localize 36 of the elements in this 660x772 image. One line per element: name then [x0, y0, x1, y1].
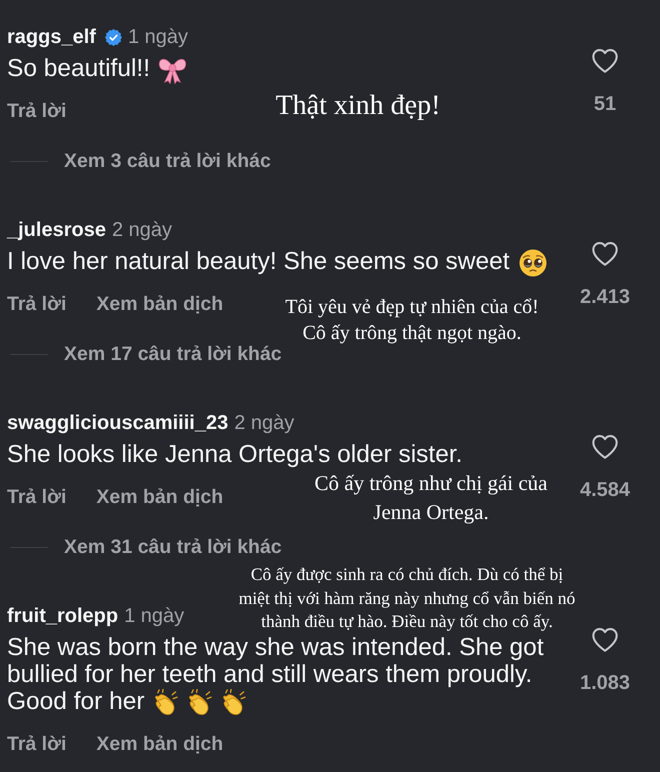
translation-caption: Thật xinh đẹp! [276, 90, 440, 122]
view-replies-button[interactable]: Xem 17 câu trả lời khác [64, 342, 282, 366]
like-count: 51 [594, 92, 616, 116]
comment-time: 1 ngày [128, 25, 188, 50]
translation-caption: Tôi yêu vẻ đẹp tự nhiên của cổ! Cô ấy trông thật ngọt ngào. [285, 295, 539, 346]
reply-button[interactable]: Trả lời [7, 485, 66, 509]
like-heart-icon[interactable] [592, 49, 618, 73]
like-heart-icon[interactable] [592, 242, 618, 266]
comment-text: She looks like Jenna Ortega's older sister. [7, 441, 462, 468]
translation-caption: Cô ấy trông như chị gái của Jenna Ortega. [314, 470, 548, 526]
view-replies-button[interactable]: Xem 3 câu trả lời khác [64, 149, 271, 173]
like-heart-icon[interactable] [592, 435, 618, 459]
see-translation-button[interactable]: Xem bản dịch [96, 732, 224, 756]
comment-text: So beautiful!! [7, 55, 150, 82]
pleading-face-icon [518, 248, 547, 277]
username[interactable]: fruit_rolepp [7, 601, 118, 631]
translation-caption: Cô ấy được sinh ra có chủ đích. Dù có thể bị miệt thị với hàm răng này nhưng cổ vẫn biến nó thành điều tự hào. Điều này tốt cho cô ấy. [238, 563, 576, 633]
comment-time: 1 ngày [124, 604, 184, 629]
like-count: 2.413 [580, 285, 630, 309]
comment-time: 2 ngày [234, 411, 294, 436]
view-replies-button[interactable]: Xem 31 câu trả lời khác [64, 535, 282, 559]
like-count: 1.083 [580, 671, 630, 695]
see-translation-button[interactable]: Xem bản dịch [96, 485, 224, 509]
comment-text: Good for her [7, 688, 145, 715]
reply-button[interactable]: Trả lời [7, 732, 66, 756]
comment-time: 2 ngày [112, 218, 172, 243]
like-heart-icon[interactable] [592, 628, 618, 652]
username[interactable]: raggs_elf [7, 22, 96, 52]
reply-button[interactable]: Trả lời [7, 99, 66, 123]
comment-text: She was born the way she was intended. She got bullied for her teeth and still wears them proudly. [7, 634, 544, 688]
username[interactable]: _julesrose [7, 215, 106, 245]
username[interactable]: swaggliciouscamiiii_23 [7, 408, 228, 438]
see-translation-button[interactable]: Xem bản dịch [96, 292, 224, 316]
reply-button[interactable]: Trả lời [7, 292, 66, 316]
comment-text: I love her natural beauty! She seems so sweet [7, 248, 510, 275]
like-count: 4.584 [580, 478, 630, 502]
